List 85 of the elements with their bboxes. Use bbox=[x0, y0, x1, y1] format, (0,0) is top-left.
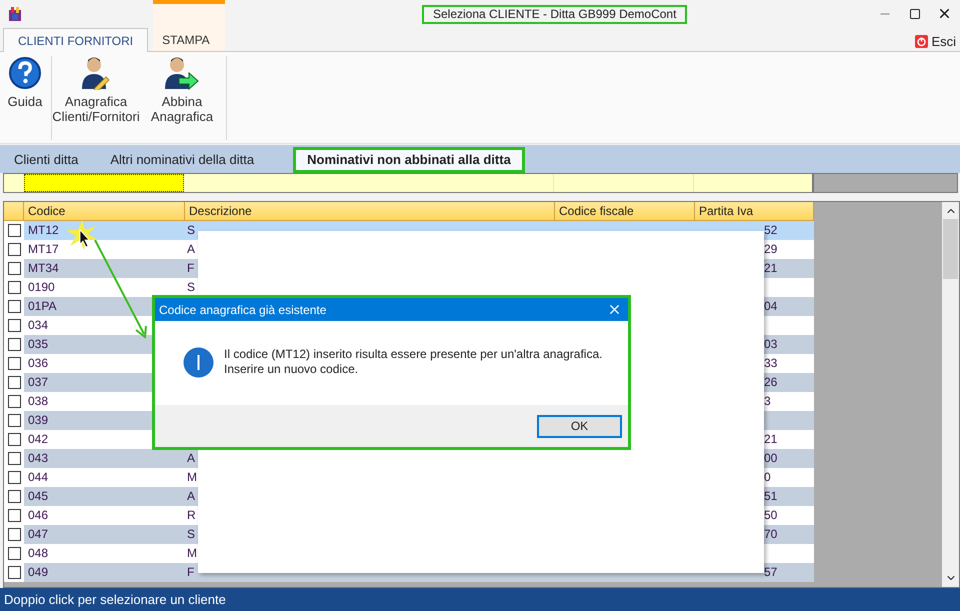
help-icon bbox=[8, 56, 42, 90]
table-cell: 3 bbox=[764, 394, 771, 408]
checkbox[interactable] bbox=[8, 243, 20, 256]
scrollbar[interactable] bbox=[942, 202, 959, 587]
ribbon-button[interactable]: Guida bbox=[0, 56, 50, 109]
scroll-thumb[interactable] bbox=[943, 219, 958, 279]
view-tab[interactable]: Altri nominativi della ditta bbox=[99, 147, 266, 173]
table-cell: 00 bbox=[764, 451, 778, 465]
info-icon bbox=[183, 347, 214, 378]
table-cell: S bbox=[187, 223, 196, 237]
checkbox[interactable] bbox=[8, 319, 20, 332]
table-cell: 26 bbox=[764, 375, 778, 389]
status-text: Doppio click per selezionare un cliente bbox=[4, 590, 226, 609]
checkbox[interactable] bbox=[8, 262, 20, 275]
table-cell: S bbox=[187, 527, 196, 541]
table-cell: 57 bbox=[764, 565, 778, 579]
table-cell: 04 bbox=[764, 299, 778, 313]
checkbox[interactable] bbox=[8, 433, 20, 446]
table-cell: F bbox=[187, 261, 194, 275]
maximize-icon[interactable] bbox=[909, 8, 921, 20]
table-cell: 21 bbox=[764, 261, 778, 275]
table-cell: 03 bbox=[764, 337, 778, 351]
window-title: Seleziona CLIENTE - Ditta GB999 DemoCont bbox=[422, 5, 688, 24]
checkbox[interactable] bbox=[8, 528, 20, 541]
table-cell[interactable]: MT17 bbox=[24, 240, 185, 259]
app-logo-icon bbox=[8, 6, 22, 22]
table-cell: M bbox=[187, 470, 197, 484]
table-cell[interactable]: 044 bbox=[24, 468, 185, 487]
table-cell[interactable]: 049 bbox=[24, 563, 185, 582]
table-cell: 70 bbox=[764, 527, 778, 541]
checkbox[interactable] bbox=[8, 338, 20, 351]
table-cell: F bbox=[187, 565, 194, 579]
exit-button[interactable]: Esci bbox=[915, 32, 956, 52]
checkbox[interactable] bbox=[8, 376, 20, 389]
view-tab[interactable]: Nominativi non abbinati alla ditta bbox=[293, 147, 525, 173]
ribbon-tab[interactable]: STAMPA bbox=[148, 28, 220, 52]
ribbon-button[interactable]: Anagrafica Clienti/Fornitori bbox=[53, 56, 139, 124]
checkbox[interactable] bbox=[8, 357, 20, 370]
checkbox[interactable] bbox=[8, 509, 20, 522]
checkbox[interactable] bbox=[8, 300, 20, 313]
table-cell: 51 bbox=[764, 489, 778, 503]
table-cell: 33 bbox=[764, 356, 778, 370]
table-cell: A bbox=[187, 451, 196, 465]
view-tab[interactable]: Clienti ditta bbox=[3, 147, 90, 173]
checkbox[interactable] bbox=[8, 395, 20, 408]
checkbox[interactable] bbox=[8, 566, 20, 579]
table-cell[interactable]: 043 bbox=[24, 449, 185, 468]
dialog-title: Codice anagrafica già esistente bbox=[159, 302, 326, 318]
table-cell: 21 bbox=[764, 432, 778, 446]
table-cell[interactable]: 048 bbox=[24, 544, 185, 563]
close-icon[interactable] bbox=[937, 6, 952, 21]
column-header[interactable]: Descrizione bbox=[185, 202, 555, 220]
table-cell[interactable]: 047 bbox=[24, 525, 185, 544]
checkbox[interactable] bbox=[8, 224, 20, 237]
ok-button[interactable]: OK bbox=[537, 414, 622, 438]
checkbox[interactable] bbox=[8, 547, 20, 560]
checkbox[interactable] bbox=[8, 471, 20, 484]
person-pencil-icon bbox=[80, 56, 112, 90]
table-cell: A bbox=[187, 242, 196, 256]
dialog-message: Il codice (MT12) inserito risulta essere presente per un'altra anagrafica. bbox=[224, 347, 602, 362]
power-icon bbox=[915, 35, 928, 48]
column-header[interactable]: Partita Iva bbox=[695, 202, 814, 220]
table-cell[interactable]: 0190 bbox=[24, 278, 185, 297]
checkbox[interactable] bbox=[8, 490, 20, 503]
table-cell[interactable]: MT34 bbox=[24, 259, 185, 278]
column-header[interactable]: Codice fiscale bbox=[555, 202, 695, 220]
dialog-message: Inserire un nuovo codice. bbox=[224, 362, 360, 377]
checkbox[interactable] bbox=[8, 281, 20, 294]
ribbon-button[interactable]: Abbina Anagrafica bbox=[139, 56, 225, 124]
checkbox[interactable] bbox=[8, 414, 20, 427]
table-cell: 52 bbox=[764, 223, 778, 237]
table-cell: A bbox=[187, 489, 196, 503]
checkbox[interactable] bbox=[8, 452, 20, 465]
filter-field[interactable] bbox=[24, 174, 184, 192]
table-cell[interactable]: 046 bbox=[24, 506, 185, 525]
table-cell: 29 bbox=[764, 242, 778, 256]
person-arrow-icon bbox=[165, 56, 199, 90]
table-cell: S bbox=[187, 280, 196, 294]
table-cell: M bbox=[187, 546, 197, 560]
table-cell[interactable]: 045 bbox=[24, 487, 185, 506]
ribbon-tab[interactable]: CLIENTI FORNITORI bbox=[3, 28, 148, 52]
table-cell: 50 bbox=[764, 508, 778, 522]
table-cell: R bbox=[187, 508, 196, 522]
table-cell: 0 bbox=[764, 470, 771, 484]
column-header[interactable]: Codice bbox=[24, 202, 185, 220]
